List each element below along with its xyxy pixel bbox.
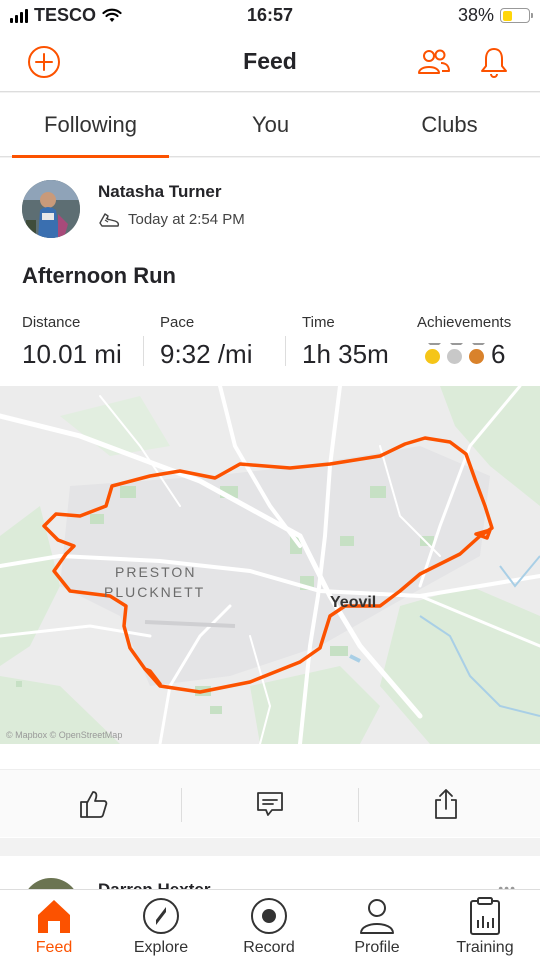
map-label-yeovil: Yeovil [330, 594, 377, 611]
battery-percent: 38% [457, 5, 494, 25]
shoe-icon [99, 212, 120, 227]
activity-title[interactable]: Afternoon Run [22, 263, 176, 289]
comment-button[interactable] [210, 770, 330, 838]
people-icon[interactable] [416, 44, 452, 80]
home-icon [0, 896, 108, 936]
comment-icon [257, 792, 283, 816]
stat-pace: Pace 9:32 /mi [160, 314, 253, 370]
map-label-plucknett: PLUCKNETT [104, 584, 206, 600]
stat-label: Achievements [417, 314, 512, 331]
app-header: Feed [0, 32, 540, 92]
nav-label: Feed [35, 939, 73, 956]
bell-icon[interactable] [476, 44, 512, 80]
tab-you[interactable]: You [192, 93, 349, 157]
share-button[interactable] [386, 770, 506, 838]
nav-label: Explore [133, 939, 189, 956]
compass-icon [107, 896, 215, 936]
record-icon [215, 896, 323, 936]
achievements-value: 6 [417, 339, 511, 370]
stat-value: 1h 35m [302, 339, 389, 369]
stat-achievements: Achievements 6 [417, 314, 511, 370]
athlete-name[interactable]: Natasha Turner [98, 182, 221, 202]
map-attribution[interactable]: © Mapbox © OpenStreetMap [6, 730, 122, 740]
training-icon [431, 896, 539, 936]
stat-time: Time 1h 35m [302, 314, 389, 370]
nav-record[interactable]: Record [215, 890, 323, 960]
divider [181, 788, 182, 822]
share-icon [435, 789, 457, 819]
nav-explore[interactable]: Explore [107, 890, 215, 960]
divider [358, 788, 359, 822]
status-bar: TESCO 16:57 38% [0, 0, 540, 32]
status-right: 38% [457, 5, 533, 26]
gold-medal-icon [425, 343, 441, 364]
tab-following[interactable]: Following [12, 93, 169, 158]
stat-label: Distance [22, 314, 81, 331]
map-attribution-text: © Mapbox © OpenStreetMap [6, 730, 123, 740]
bronze-medal-icon [469, 343, 485, 364]
battery-level [502, 10, 512, 21]
page-title: Feed [243, 48, 297, 74]
feed-tabs: Following You Clubs [0, 93, 540, 158]
achievement-count: 6 [491, 339, 506, 369]
activity-meta: Today at 2:54 PM [98, 211, 245, 228]
nav-label: Record [243, 939, 295, 956]
nav-label: Profile [354, 939, 400, 956]
kudos-icon [80, 791, 108, 818]
divider [285, 336, 286, 366]
nav-training[interactable]: Training [431, 890, 539, 960]
avatar[interactable] [22, 180, 80, 238]
bottom-nav: Feed Explore Record Profile Training [0, 889, 540, 960]
stat-label: Time [302, 314, 335, 331]
stat-distance: Distance 10.01 mi [22, 314, 122, 370]
kudos-button[interactable] [34, 770, 154, 838]
nav-label: Training [456, 939, 514, 956]
route-map[interactable]: PRESTON PLUCKNETT Yeovil © Mapbox © Open… [0, 386, 540, 744]
nav-feed[interactable]: Feed [0, 890, 108, 960]
map-canvas [0, 386, 540, 744]
activity-actions [0, 769, 540, 837]
stat-label: Pace [160, 314, 195, 331]
tab-clubs[interactable]: Clubs [371, 93, 528, 157]
stat-value: 9:32 /mi [160, 339, 253, 369]
map-label-preston: PRESTON [115, 564, 197, 580]
activity-timestamp: Today at 2:54 PM [128, 211, 245, 228]
battery-icon [500, 8, 533, 23]
profile-icon [323, 896, 431, 936]
silver-medal-icon [447, 343, 463, 364]
activity-card: Natasha Turner Today at 2:54 PM Afternoo… [0, 158, 540, 838]
divider [143, 336, 144, 366]
stat-value: 10.01 mi [22, 339, 122, 369]
nav-profile[interactable]: Profile [323, 890, 431, 960]
